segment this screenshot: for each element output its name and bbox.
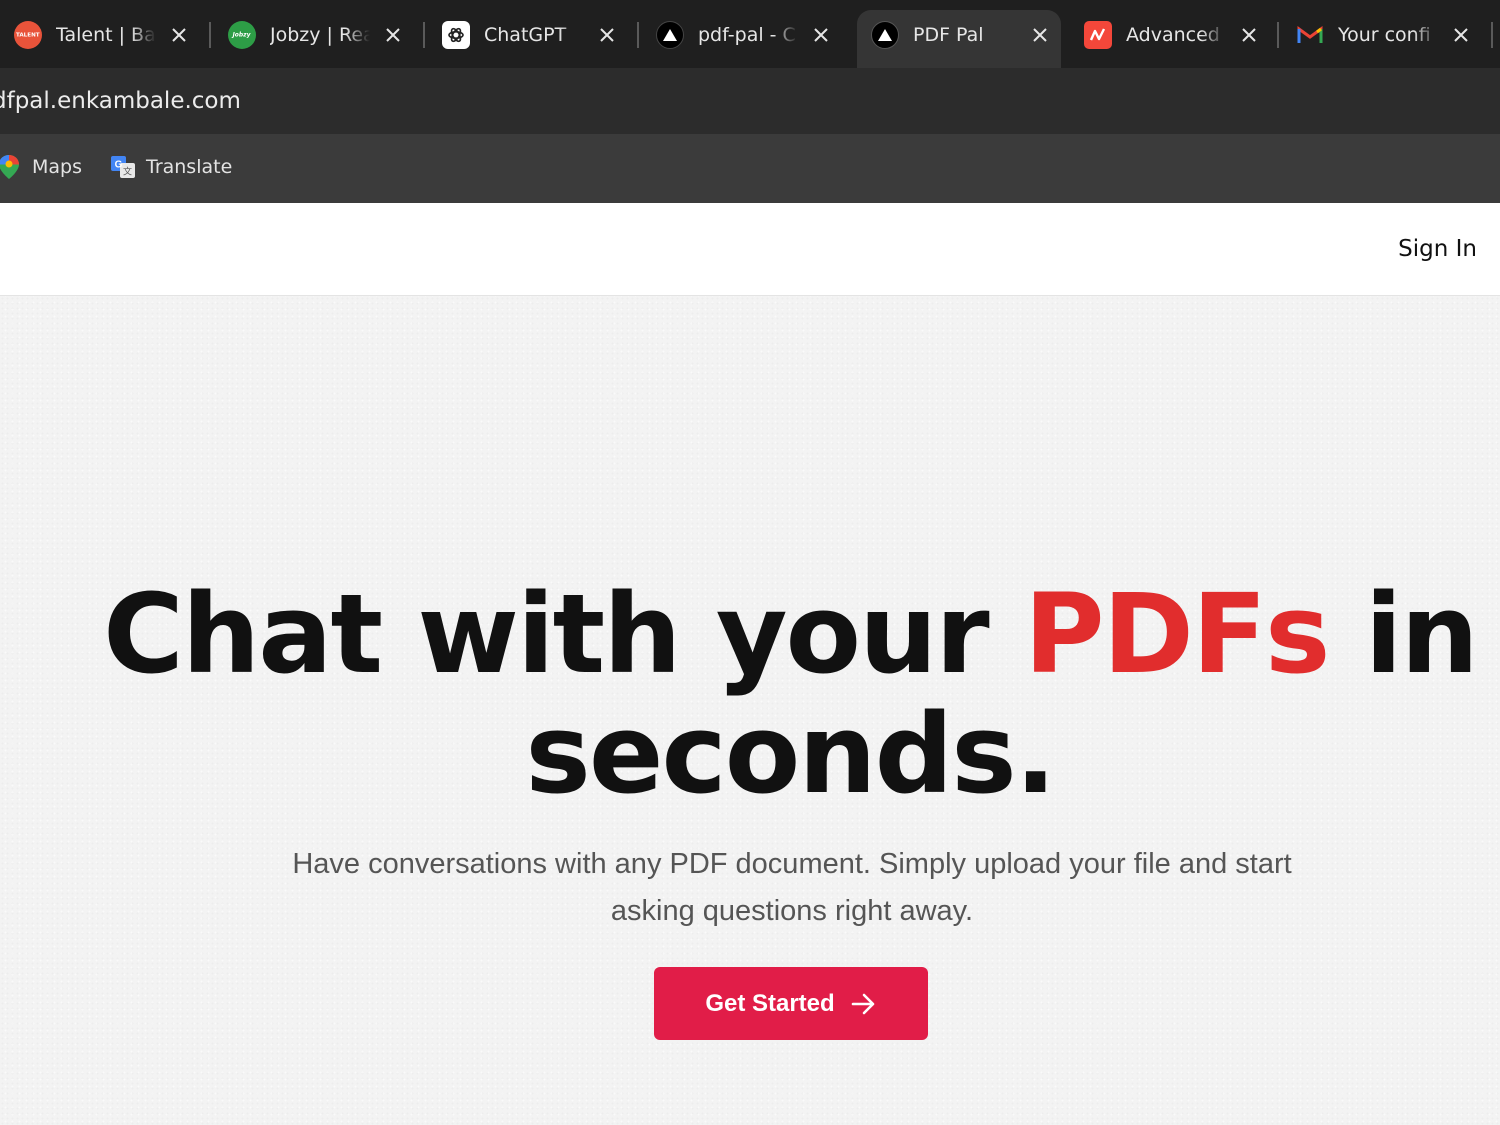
site-header: Sign In (0, 203, 1500, 296)
bookmarks-bar: Maps G 文 Translate (0, 134, 1500, 203)
headline-accent: PDFs (1023, 570, 1331, 698)
vercel-icon (871, 21, 899, 49)
vercel-icon (656, 21, 684, 49)
get-started-button[interactable]: Get Started (654, 967, 928, 1040)
hero-headline: Chat with your PDFs in seconds. (0, 574, 1500, 814)
tab-pdf-pal[interactable]: PDF Pal (857, 10, 1061, 68)
close-icon[interactable] (810, 24, 832, 46)
url-text[interactable]: dfpal.enkambale.com (0, 88, 241, 114)
maps-icon (0, 154, 22, 180)
tab-title: Jobzy | Rea (270, 24, 370, 46)
close-icon[interactable] (1238, 24, 1260, 46)
close-icon[interactable] (382, 24, 404, 46)
hero-subtitle: Have conversations with any PDF document… (292, 848, 1292, 927)
sign-in-link[interactable]: Sign In (1398, 236, 1477, 262)
advanced-icon (1084, 21, 1112, 49)
jobzy-icon: Jobzy (228, 21, 256, 49)
gmail-icon (1296, 21, 1324, 49)
address-bar[interactable]: dfpal.enkambale.com (0, 68, 1500, 134)
close-icon[interactable] (596, 24, 618, 46)
tab-title: Talent | Bac (56, 24, 156, 46)
tab-divider (423, 22, 425, 48)
tab-advanced[interactable]: Advanced (1070, 10, 1270, 60)
tab-title: ChatGPT (484, 24, 567, 46)
bookmark-translate[interactable]: G 文 Translate (110, 154, 232, 180)
close-icon[interactable] (168, 24, 190, 46)
tab-divider (1277, 22, 1279, 48)
arrow-right-icon (851, 993, 877, 1015)
talent-icon: TALENT (14, 21, 42, 49)
svg-text:G: G (115, 160, 123, 171)
get-started-label: Get Started (705, 989, 835, 1017)
close-icon[interactable] (1029, 24, 1051, 46)
tab-title: Your confi (1338, 24, 1431, 46)
tab-divider (209, 22, 211, 48)
svg-text:文: 文 (123, 166, 132, 177)
tab-gmail[interactable]: Your confi (1282, 10, 1482, 60)
tab-title: Advanced (1126, 24, 1220, 46)
tab-title: PDF Pal (913, 24, 984, 46)
tab-talent[interactable]: TALENT Talent | Bac (0, 10, 200, 60)
tab-title: pdf-pal - C (698, 24, 796, 46)
bookmark-label: Maps (32, 156, 82, 178)
bookmark-label: Translate (146, 156, 233, 178)
tab-jobzy[interactable]: Jobzy Jobzy | Rea (214, 10, 414, 60)
translate-icon: G 文 (110, 154, 136, 180)
tab-chatgpt[interactable]: ChatGPT (428, 10, 628, 60)
tab-pdf-pal-code[interactable]: pdf-pal - C (642, 10, 842, 60)
tab-divider (637, 22, 639, 48)
hero-section: Chat with your PDFs in seconds. Have con… (0, 296, 1500, 1125)
tab-divider (1491, 22, 1493, 48)
close-icon[interactable] (1450, 24, 1472, 46)
headline-text: Chat with your (103, 570, 1024, 698)
browser-tabstrip: TALENT Talent | Bac Jobzy Jobzy | Rea Ch… (0, 0, 1500, 68)
chatgpt-icon (442, 21, 470, 49)
bookmark-maps[interactable]: Maps (0, 154, 82, 180)
